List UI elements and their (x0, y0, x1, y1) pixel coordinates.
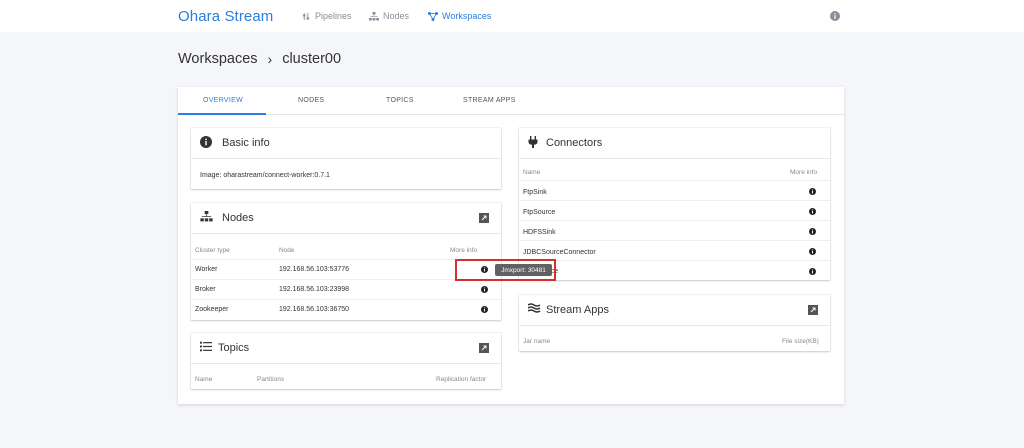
column-header-replication-factor: Replication factor (436, 376, 487, 383)
connector-name: FtpSink (523, 189, 547, 196)
breadcrumb-current: cluster00 (282, 51, 342, 67)
node-address: 192.168.56.103:23998 (279, 286, 350, 293)
info-circle-icon[interactable] (481, 286, 488, 293)
connector-name: HDFSSink (523, 229, 556, 236)
nav-link-workspaces[interactable]: Workspaces (428, 11, 491, 21)
info-circle-icon[interactable] (809, 248, 816, 255)
stream-icon (528, 303, 541, 313)
breadcrumb-separator: › (267, 51, 273, 67)
card-title: Basic info (222, 137, 270, 149)
row-divider (519, 200, 830, 201)
plug-icon (528, 136, 538, 148)
card-title: Nodes (222, 212, 254, 224)
column-header-name: Name (523, 169, 541, 176)
column-header-more-info: More info (450, 247, 478, 254)
sitemap-icon (369, 11, 379, 20)
info-circle-icon[interactable] (830, 11, 840, 21)
card-title: Connectors (546, 137, 603, 149)
card-header: Nodes (191, 203, 501, 234)
row-divider (519, 240, 830, 241)
tab-bar: OVERVIEW NODES TOPICS STREAM APPS (178, 87, 844, 115)
node-address: 192.168.56.103:53776 (279, 266, 350, 273)
card-title: Topics (218, 342, 250, 354)
connectors-card: Connectors Name More info FtpSink FtpSou… (519, 128, 830, 280)
column-header-node: Node (279, 247, 295, 254)
card-header: Stream Apps (519, 295, 830, 326)
info-circle-icon[interactable] (481, 306, 488, 313)
image-label: Image: oharastream/connect-worker:0.7.1 (200, 172, 330, 179)
column-header-jar-name: Jar name (523, 338, 551, 345)
info-circle-icon[interactable] (809, 188, 816, 195)
column-header-name: Name (195, 376, 213, 383)
row-divider (519, 260, 830, 261)
info-circle-icon[interactable] (809, 228, 816, 235)
node-address: 192.168.56.103:36750 (279, 306, 350, 313)
stream-apps-card: Stream Apps Jar name File size(KB) (519, 295, 830, 351)
column-header-more-info: More info (790, 169, 818, 176)
sliders-icon (302, 12, 310, 20)
node-type: Broker (195, 286, 216, 293)
share-nodes-icon (428, 11, 438, 21)
external-link-icon[interactable] (479, 213, 489, 223)
column-header-partitions: Partitions (257, 376, 285, 383)
node-type: Worker (195, 266, 218, 273)
row-divider (519, 180, 830, 181)
top-app-bar: Ohara Stream Pipelines Nodes Workspaces (0, 0, 1024, 32)
breadcrumb-root[interactable]: Workspaces (178, 51, 258, 67)
nav-link-pipelines[interactable]: Pipelines (302, 11, 352, 21)
nav-label-workspaces: Workspaces (442, 11, 492, 21)
nav-label-pipelines: Pipelines (315, 11, 352, 21)
active-tab-indicator (178, 113, 266, 115)
card-header: Basic info (191, 128, 501, 159)
sitemap-icon (200, 211, 213, 222)
highlight-box (455, 259, 556, 281)
row-divider (519, 220, 830, 221)
info-circle-icon[interactable] (809, 268, 816, 275)
tab-stream-apps[interactable]: STREAM APPS (463, 97, 516, 104)
node-type: Zookeeper (195, 306, 229, 313)
card-header: Connectors (519, 128, 830, 159)
connector-name: FtpSource (523, 209, 556, 216)
brand-logo[interactable]: Ohara Stream (178, 8, 273, 25)
column-header-file-size: File size(KB) (782, 338, 819, 345)
external-link-icon[interactable] (808, 305, 818, 315)
tab-topics[interactable]: TOPICS (386, 97, 414, 104)
info-circle-icon (200, 136, 212, 148)
card-header: Topics (191, 333, 501, 364)
list-icon (200, 341, 212, 352)
basic-info-card: Basic info Image: oharastream/connect-wo… (191, 128, 501, 189)
breadcrumb: Workspaces › cluster00 (178, 51, 341, 67)
card-title: Stream Apps (546, 304, 609, 316)
topics-card: Topics Name Partitions Replication facto… (191, 333, 501, 389)
external-link-icon[interactable] (479, 343, 489, 353)
column-header-cluster-type: Cluster type (195, 247, 230, 254)
nav-link-nodes[interactable]: Nodes (369, 11, 409, 21)
info-circle-icon[interactable] (809, 208, 816, 215)
nav-label-nodes: Nodes (383, 11, 410, 21)
tab-overview[interactable]: OVERVIEW (203, 97, 243, 104)
tab-nodes[interactable]: NODES (298, 97, 324, 104)
connector-name: JDBCSourceConnector (523, 249, 596, 256)
row-divider (191, 299, 501, 300)
